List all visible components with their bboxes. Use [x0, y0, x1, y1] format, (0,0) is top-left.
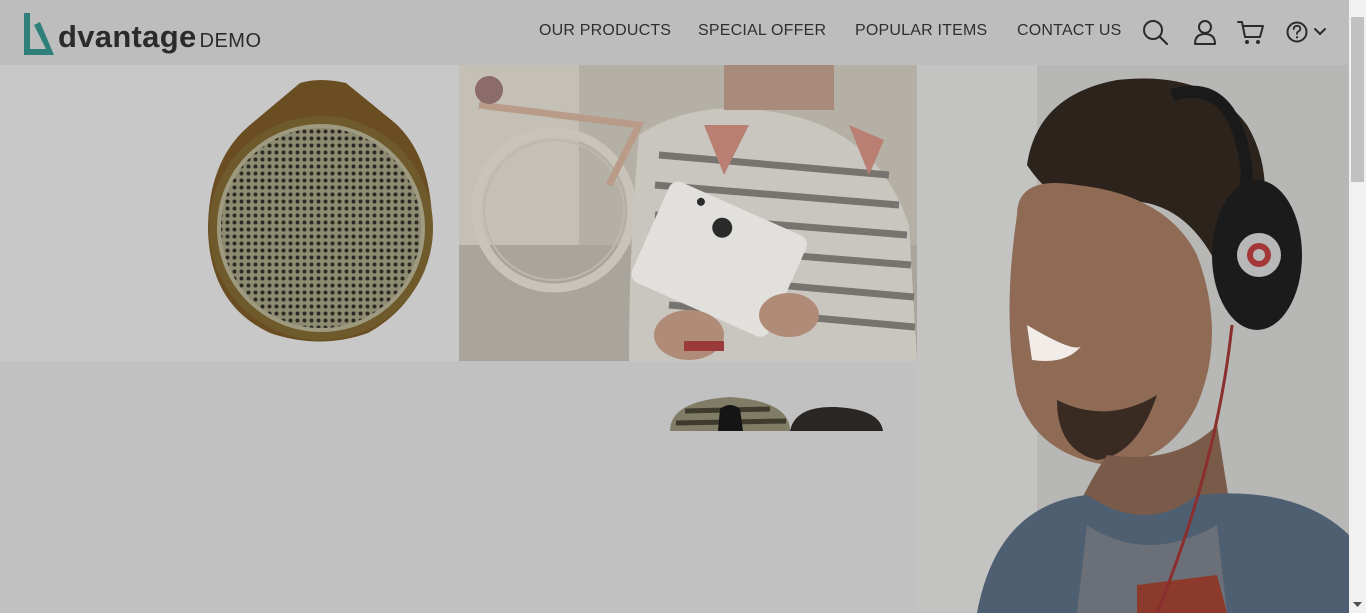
logo-mark-icon	[24, 13, 54, 55]
category-tile-speakers[interactable]	[0, 65, 459, 361]
logo[interactable]: dvantage DEMO	[22, 9, 262, 57]
mice-image	[670, 397, 883, 431]
user-icon[interactable]	[1191, 18, 1219, 46]
nav-special-offer[interactable]: SPECIAL OFFER	[698, 22, 826, 40]
logo-demo-label: DEMO	[199, 30, 262, 52]
top-nav-bar: dvantage DEMO OUR PRODUCTS SPECIAL OFFER…	[0, 0, 1349, 65]
category-tile-headphones[interactable]	[917, 65, 1349, 613]
nav-our-products[interactable]: OUR PRODUCTS	[539, 22, 671, 40]
speaker-image	[208, 80, 433, 342]
scroll-down-arrow-icon[interactable]	[1349, 596, 1366, 613]
category-tile-tablets[interactable]	[459, 65, 917, 361]
help-icon[interactable]	[1285, 18, 1329, 46]
tablet-image	[459, 65, 917, 361]
nav-contact-us[interactable]: CONTACT US	[1017, 22, 1122, 40]
headphones-image	[917, 65, 1349, 613]
cart-icon[interactable]	[1237, 18, 1265, 46]
logo-wordmark: dvantage	[58, 19, 197, 54]
chevron-down-icon	[1314, 28, 1326, 35]
search-icon[interactable]	[1141, 18, 1169, 46]
scrollbar-thumb[interactable]	[1351, 17, 1364, 182]
vertical-scrollbar[interactable]	[1349, 0, 1366, 613]
category-tile-mice[interactable]	[0, 361, 917, 613]
nav-popular-items[interactable]: POPULAR ITEMS	[855, 22, 987, 40]
